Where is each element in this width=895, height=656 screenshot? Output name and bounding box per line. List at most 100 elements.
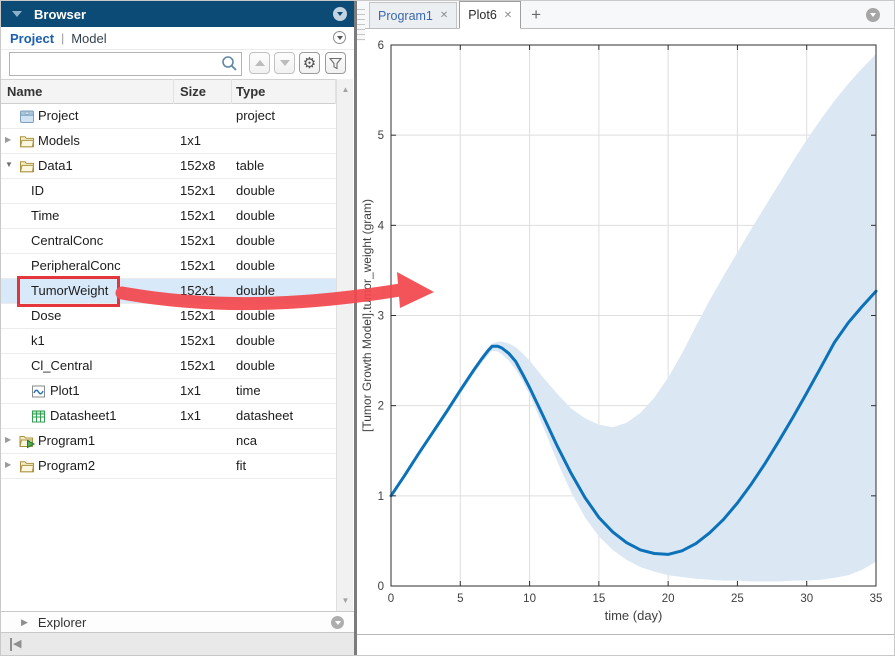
search-next-button[interactable] xyxy=(274,52,295,74)
table-row[interactable]: Project project xyxy=(1,104,336,129)
add-tab-button[interactable]: + xyxy=(531,6,541,23)
x-tick-label: 25 xyxy=(731,593,744,605)
row-name: ID xyxy=(31,183,44,198)
collapse-panel-icon[interactable] xyxy=(12,11,22,17)
table-row[interactable]: Cl_Central 152x1 double xyxy=(1,354,336,379)
row-name: Project xyxy=(38,108,79,123)
row-size: 152x1 xyxy=(180,333,216,348)
x-tick-label: 35 xyxy=(870,593,883,605)
row-type: double xyxy=(236,358,276,373)
y-tick-label: 1 xyxy=(378,491,384,503)
scroll-down-icon[interactable]: ▼ xyxy=(337,596,354,605)
x-tick-label: 15 xyxy=(592,593,605,605)
row-size: 152x1 xyxy=(180,358,216,373)
confidence-band xyxy=(391,54,876,582)
table-row[interactable]: TumorWeight 152x1 double xyxy=(1,279,336,304)
y-tick-label: 3 xyxy=(378,311,384,323)
close-tab-icon[interactable]: ✕ xyxy=(504,10,512,21)
table-row[interactable]: CentralConc 152x1 double xyxy=(1,229,336,254)
filter-button[interactable] xyxy=(325,52,346,74)
search-input[interactable] xyxy=(9,52,242,76)
splitter-grip-icon[interactable] xyxy=(357,7,365,41)
folder-icon xyxy=(19,459,35,474)
table-row[interactable]: ▶ Program1 nca xyxy=(1,429,336,454)
row-size: 152x1 xyxy=(180,233,216,248)
document-tab-bar: Program1 ✕ Plot6 ✕ + xyxy=(357,1,894,41)
table-row[interactable]: ▶ Models 1x1 xyxy=(1,129,336,154)
settings-button[interactable]: ⚙ xyxy=(299,52,320,74)
table-row[interactable]: Datasheet1 1x1 datasheet xyxy=(1,404,336,429)
vertical-scrollbar[interactable]: ▲ ▼ xyxy=(336,79,353,611)
tab-bar-menu-icon[interactable] xyxy=(866,8,880,22)
row-size: 152x1 xyxy=(180,208,216,223)
row-name: Plot1 xyxy=(50,383,80,398)
expand-icon[interactable]: ▶ xyxy=(21,617,28,628)
tab-program1[interactable]: Program1 ✕ xyxy=(369,2,458,28)
row-name: TumorWeight xyxy=(31,283,109,298)
expand-tree-icon[interactable]: ▶ xyxy=(5,460,16,469)
breadcrumb: Project | Model xyxy=(1,27,354,50)
table-row[interactable]: ▶ Program2 fit xyxy=(1,454,336,479)
row-size: 152x1 xyxy=(180,183,216,198)
row-name: Time xyxy=(31,208,60,223)
collapse-tree-icon[interactable]: ▼ xyxy=(5,160,16,169)
explorer-menu-icon[interactable] xyxy=(331,616,344,629)
row-type: fit xyxy=(236,458,247,473)
row-name: Models xyxy=(38,133,80,148)
row-size: 152x1 xyxy=(180,258,216,273)
breadcrumb-menu-icon[interactable] xyxy=(333,31,346,44)
browser-panel-header[interactable]: Browser xyxy=(1,1,354,27)
row-name: CentralConc xyxy=(31,233,104,248)
program-icon xyxy=(19,434,36,449)
x-tick-label: 10 xyxy=(523,593,536,605)
table-row[interactable]: k1 152x1 double xyxy=(1,329,336,354)
expand-tree-icon[interactable]: ▶ xyxy=(5,435,16,444)
x-tick-label: 5 xyxy=(457,593,463,605)
table-row[interactable]: Time 152x1 double xyxy=(1,204,336,229)
column-header-type[interactable]: Type xyxy=(236,84,265,99)
panel-menu-icon[interactable] xyxy=(333,7,347,21)
y-tick-label: 5 xyxy=(378,130,384,142)
app-window: Browser Project | Model ⚙ Name Size Type… xyxy=(0,0,895,656)
row-type: double xyxy=(236,258,276,273)
close-tab-icon[interactable]: ✕ xyxy=(440,10,448,21)
y-tick-label: 0 xyxy=(378,581,384,593)
breadcrumb-project-link[interactable]: Project xyxy=(10,31,54,46)
x-axis-label: time (day) xyxy=(605,608,663,623)
row-type: double xyxy=(236,333,276,348)
y-tick-label: 6 xyxy=(378,40,384,52)
column-header-name[interactable]: Name xyxy=(7,84,42,99)
row-type: table xyxy=(236,158,265,173)
plot-canvas[interactable]: 0 5 10 15 20 25 30 35 0 1 2 3 4 5 6 time (day) [Tumor Gr… xyxy=(357,1,895,656)
scroll-up-icon[interactable]: ▲ xyxy=(337,85,354,94)
expand-tree-icon[interactable]: ▶ xyxy=(5,135,16,144)
gear-icon: ⚙ xyxy=(302,54,317,72)
folder-icon xyxy=(19,134,35,149)
row-name: k1 xyxy=(31,333,45,348)
x-tick-label: 0 xyxy=(388,593,394,605)
search-previous-button[interactable] xyxy=(249,52,270,74)
table-row[interactable]: Dose 152x1 double xyxy=(1,304,336,329)
y-tick-label: 2 xyxy=(378,401,384,413)
table-row[interactable]: ID 152x1 double xyxy=(1,179,336,204)
collapse-sidebar-icon[interactable]: ◀ xyxy=(10,638,21,651)
table-row[interactable]: PeripheralConc 152x1 double xyxy=(1,254,336,279)
table-row[interactable]: Plot1 1x1 time xyxy=(1,379,336,404)
row-size: 152x1 xyxy=(180,283,216,298)
tab-plot6[interactable]: Plot6 ✕ xyxy=(459,1,522,29)
column-header-size[interactable]: Size xyxy=(180,84,206,99)
explorer-panel-header[interactable]: ▶ Explorer xyxy=(1,611,354,633)
row-size: 152x1 xyxy=(180,308,216,323)
plot-icon xyxy=(31,384,47,399)
status-bar: ◀ xyxy=(1,633,354,655)
y-axis-label: [Tumor Growth Model].tumor_weight (gram) xyxy=(360,199,374,432)
row-type: double xyxy=(236,233,276,248)
down-arrow-icon xyxy=(279,60,290,66)
breadcrumb-model-link[interactable]: Model xyxy=(71,31,106,46)
row-size: 1x1 xyxy=(180,133,201,148)
row-size: 1x1 xyxy=(180,408,201,423)
table-row[interactable]: ▼ Data1 152x8 table xyxy=(1,154,336,179)
y-tick-label: 4 xyxy=(378,220,385,232)
row-name: Program1 xyxy=(38,433,96,448)
table-header: Name Size Type xyxy=(1,79,336,104)
